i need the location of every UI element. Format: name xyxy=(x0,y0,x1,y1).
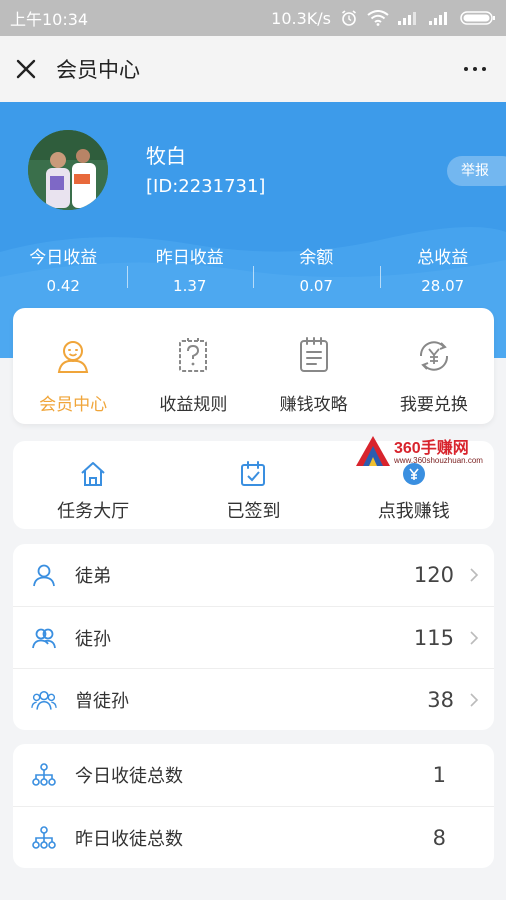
status-time: 上午10:34 xyxy=(10,10,89,29)
chevron-right-icon xyxy=(454,567,494,583)
menu-item-member-center[interactable]: 会员中心 xyxy=(13,308,133,424)
rules-icon xyxy=(179,338,208,372)
earnings-stats: 今日收益 0.42 昨日收益 1.37 余额 0.07 总收益 28.07 xyxy=(0,242,506,298)
two-persons-icon xyxy=(31,625,57,651)
status-bar: 上午10:34 10.3K/s xyxy=(0,0,506,36)
org-tree-icon xyxy=(31,762,57,788)
menu-item-exchange[interactable]: 我要兑换 xyxy=(374,308,494,424)
exchange-icon xyxy=(419,341,448,371)
group-icon xyxy=(31,687,57,713)
list-item-great-grand-disciples[interactable]: 曾徒孙 38 xyxy=(13,668,494,730)
checked-in-button[interactable]: 已签到 xyxy=(173,441,333,529)
stat-total-earnings: 总收益 28.07 xyxy=(379,242,506,298)
person-icon xyxy=(31,562,57,588)
stat-balance: 余额 0.07 xyxy=(253,242,380,298)
stat-today-earnings: 今日收益 0.42 xyxy=(29,248,98,295)
page-title: 会员中心 xyxy=(56,58,140,82)
more-menu-icon[interactable] xyxy=(458,61,492,77)
list-item-disciples[interactable]: 徒弟 120 xyxy=(13,544,494,606)
disciples-list: 徒弟 120 徒孙 115 曾徒孙 38 xyxy=(13,544,494,730)
guide-icon xyxy=(299,337,328,372)
battery-icon xyxy=(460,11,495,25)
nav-bar: 会员中心 xyxy=(0,36,506,102)
calendar-check-icon xyxy=(241,461,266,486)
recruit-stats-list: 今日收徒总数 1 昨日收徒总数 8 xyxy=(13,744,494,868)
chevron-right-icon xyxy=(454,692,494,708)
signal-icon-2 xyxy=(429,12,447,25)
home-icon xyxy=(81,462,105,486)
list-item-today-recruits: 今日收徒总数 1 xyxy=(13,744,494,806)
alarm-icon xyxy=(342,10,356,26)
list-item-grand-disciples[interactable]: 徒孙 115 xyxy=(13,606,494,668)
chevron-right-icon xyxy=(454,630,494,646)
org-tree-icon xyxy=(31,825,57,851)
network-speed: 10.3K/s xyxy=(271,8,331,28)
signal-icon xyxy=(398,12,416,25)
list-item-yesterday-recruits: 昨日收徒总数 8 xyxy=(13,806,494,868)
stat-yesterday-earnings: 昨日收益 1.37 xyxy=(126,242,254,298)
menu-item-earning-rules[interactable]: 收益规则 xyxy=(133,308,253,424)
site-watermark: 360手赚网 www.360shouzhuan.com xyxy=(354,432,502,470)
feature-menu: 会员中心 收益规则 赚钱攻略 我要兑换 xyxy=(13,308,494,424)
wifi-icon xyxy=(367,10,389,26)
close-icon[interactable] xyxy=(14,57,38,81)
report-button[interactable]: 举报 xyxy=(447,156,506,186)
avatar[interactable] xyxy=(28,130,108,210)
user-id: [ID:2231731] xyxy=(146,176,266,197)
watermark-logo-icon xyxy=(356,436,390,466)
menu-item-money-guide[interactable]: 赚钱攻略 xyxy=(254,308,374,424)
member-icon xyxy=(57,341,89,373)
task-hall-button[interactable]: 任务大厅 xyxy=(13,441,173,529)
username: 牧白 xyxy=(146,144,186,168)
